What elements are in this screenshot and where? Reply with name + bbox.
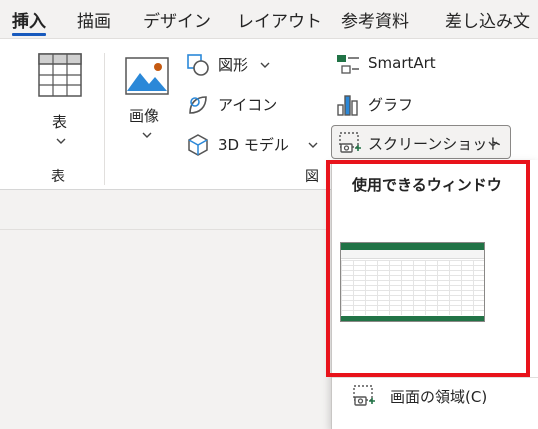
image-button[interactable]: 画像: [118, 53, 178, 153]
tab-insert[interactable]: 挿入: [12, 7, 46, 32]
smartart-button[interactable]: SmartArt: [334, 51, 464, 79]
highlight-box: [326, 160, 530, 377]
active-tab-indicator: [12, 33, 46, 36]
cube-icon: [188, 134, 208, 156]
3d-models-label: 3D モデル: [218, 136, 289, 154]
screen-clipping-item[interactable]: 画面の領域(C): [390, 386, 487, 407]
smartart-label: SmartArt: [368, 54, 436, 72]
menu-divider: [332, 377, 538, 378]
tab-mailings[interactable]: 差し込み文: [445, 7, 530, 32]
chart-button[interactable]: グラフ: [334, 91, 434, 119]
table-button[interactable]: 表: [30, 47, 90, 155]
tab-layout[interactable]: レイアウト: [237, 7, 322, 32]
table-icon: [38, 53, 82, 97]
picture-icon: [125, 57, 169, 95]
screen-clipping-icon: [353, 385, 375, 406]
bar-chart-icon: [337, 95, 358, 116]
icons-button[interactable]: アイコン: [184, 91, 284, 119]
smartart-icon: [337, 55, 359, 74]
chart-label: グラフ: [368, 96, 414, 114]
image-button-label: 画像: [129, 107, 160, 125]
group-separator: [104, 53, 105, 185]
illustrations-group-label: 図: [305, 169, 319, 185]
3d-models-button[interactable]: 3D モデル: [184, 131, 324, 159]
chevron-down-icon: [488, 141, 498, 147]
chevron-down-icon: [142, 132, 152, 138]
screenshot-button[interactable]: スクリーンショット: [331, 125, 511, 159]
icons-label: アイコン: [218, 96, 278, 114]
table-group-label: 表: [51, 169, 65, 185]
shapes-label: 図形: [218, 56, 249, 74]
chevron-down-icon: [56, 138, 66, 144]
ribbon-tab-bar: 挿入 描画 デザイン レイアウト 参考資料 差し込み文: [0, 0, 538, 38]
icons-icon: [189, 96, 207, 114]
tab-references[interactable]: 参考資料: [341, 7, 409, 32]
tab-draw[interactable]: 描画: [77, 7, 111, 32]
chevron-down-icon: [308, 142, 318, 148]
screenshot-label: スクリーンショット: [368, 135, 503, 153]
shapes-button[interactable]: 図形: [184, 51, 284, 79]
shapes-icon: [187, 54, 209, 76]
screenshot-icon: [339, 132, 361, 153]
document-divider: [0, 229, 330, 230]
chevron-down-icon: [260, 62, 270, 68]
tab-design[interactable]: デザイン: [143, 7, 211, 32]
table-button-label: 表: [52, 113, 68, 131]
